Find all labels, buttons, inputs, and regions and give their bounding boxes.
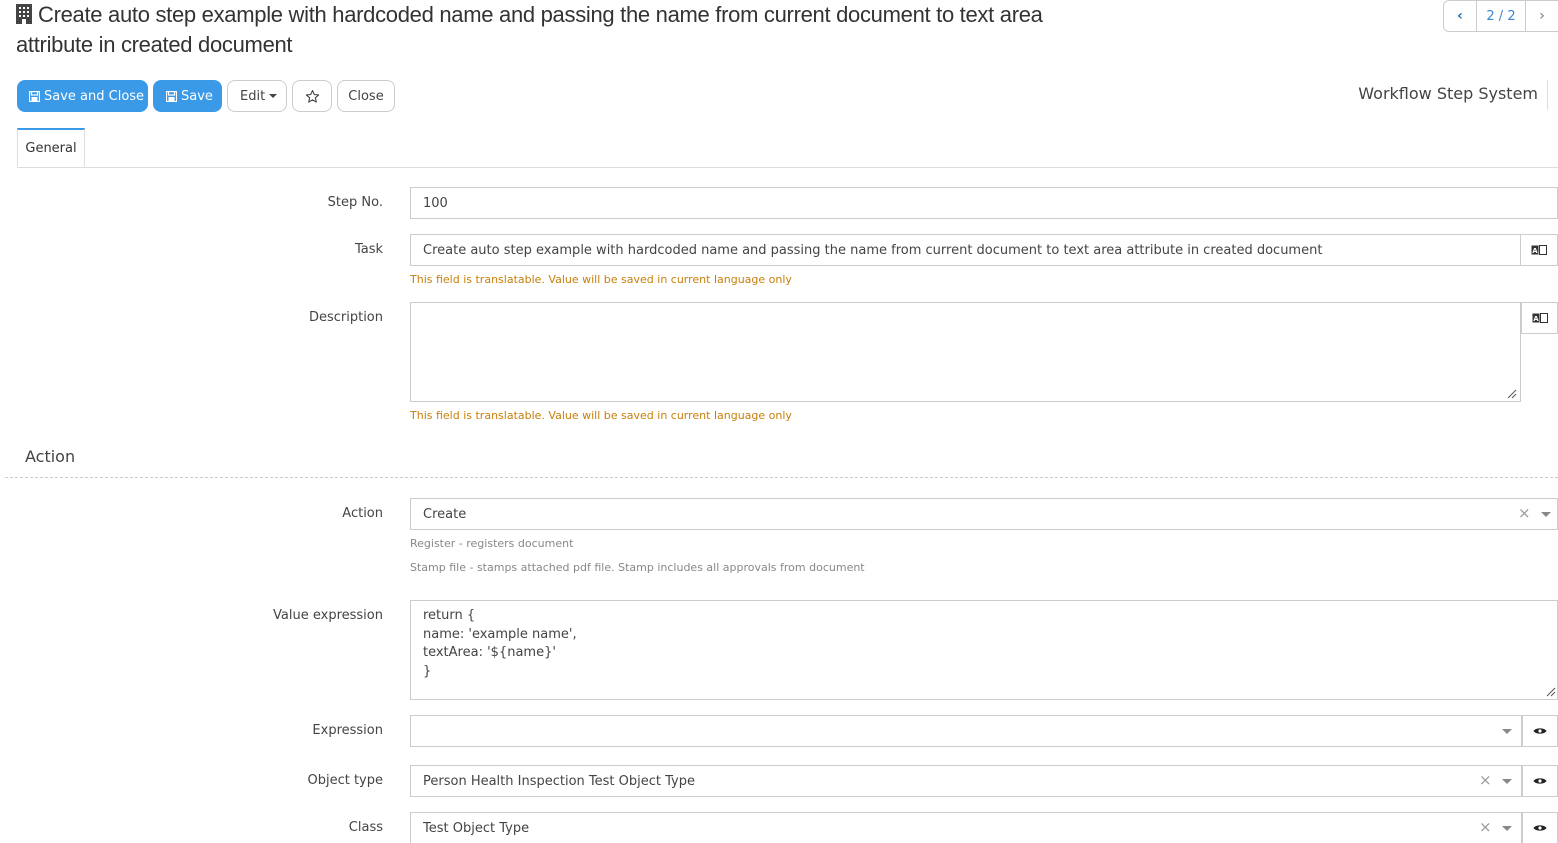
- expression-select[interactable]: [410, 715, 1522, 747]
- action-select-value: Create: [423, 506, 467, 522]
- tab-general[interactable]: General: [17, 128, 85, 167]
- chevron-down-icon[interactable]: [1502, 729, 1512, 734]
- tab-bar: General: [17, 128, 1558, 168]
- save-button[interactable]: Save: [153, 80, 222, 112]
- save-and-close-button[interactable]: Save and Close: [17, 80, 148, 112]
- chevron-down-icon[interactable]: [1541, 512, 1551, 517]
- class-select-value: Test Object Type: [423, 820, 530, 836]
- chevron-down-icon[interactable]: [1502, 779, 1512, 784]
- resize-handle-icon[interactable]: [1546, 687, 1556, 697]
- chevron-left-icon: ‹: [1457, 8, 1463, 24]
- close-button[interactable]: Close: [337, 80, 395, 112]
- clear-icon[interactable]: ×: [1518, 504, 1531, 522]
- favorite-button[interactable]: [292, 80, 332, 112]
- record-count: 2 / 2: [1476, 1, 1526, 31]
- translate-button[interactable]: A: [1521, 234, 1558, 266]
- task-input[interactable]: Create auto step example with hardcoded …: [410, 234, 1521, 266]
- action-help-stamp: Stamp file - stamps attached pdf file. S…: [410, 561, 865, 574]
- chevron-down-icon[interactable]: [1502, 826, 1512, 831]
- save-label: Save: [181, 88, 213, 104]
- value-expression-label: Value expression: [273, 608, 383, 623]
- prev-record-button[interactable]: ‹: [1444, 1, 1476, 31]
- step-no-input[interactable]: 100: [410, 187, 1558, 219]
- view-object-type-button[interactable]: [1522, 765, 1558, 797]
- translate-icon: A: [1531, 245, 1547, 255]
- description-textarea[interactable]: [410, 302, 1521, 402]
- expression-label: Expression: [312, 723, 383, 738]
- record-pager: ‹ 2 / 2 ›: [1443, 0, 1558, 32]
- eye-icon: [1533, 825, 1547, 831]
- toolbar: Save and Close Save Edit Close: [17, 80, 395, 112]
- floppy-disk-icon: [29, 90, 40, 102]
- clear-icon[interactable]: ×: [1479, 771, 1492, 789]
- close-label: Close: [348, 88, 384, 104]
- object-type-select-value: Person Health Inspection Test Object Typ…: [423, 773, 695, 789]
- page-title-text: Create auto step example with hardcoded …: [16, 2, 1043, 57]
- description-help-text: This field is translatable. Value will b…: [410, 409, 792, 422]
- translate-button[interactable]: A: [1521, 302, 1558, 334]
- action-select[interactable]: Create: [410, 498, 1558, 530]
- section-title-action: Action: [25, 447, 76, 466]
- page-title: Create auto step example with hardcoded …: [16, 0, 1076, 60]
- eye-icon: [1533, 728, 1547, 734]
- object-type-label: Object type: [307, 773, 383, 788]
- edit-label: Edit: [240, 88, 266, 104]
- next-record-button[interactable]: ›: [1526, 1, 1558, 31]
- edit-dropdown-button[interactable]: Edit: [227, 80, 287, 112]
- eye-icon: [1533, 778, 1547, 784]
- step-no-label: Step No.: [327, 195, 383, 210]
- task-help-text: This field is translatable. Value will b…: [410, 273, 792, 286]
- svg-text:A: A: [1533, 315, 1539, 323]
- value-expression-textarea[interactable]: return { name: 'example name', textArea:…: [410, 600, 1558, 700]
- context-label: Workflow Step System: [1358, 80, 1548, 110]
- save-and-close-label: Save and Close: [44, 88, 145, 104]
- description-label: Description: [308, 310, 383, 325]
- star-icon: [305, 89, 319, 103]
- caret-down-icon: [269, 94, 278, 98]
- building-icon: [16, 4, 32, 24]
- resize-handle-icon[interactable]: [1507, 389, 1517, 399]
- clear-icon[interactable]: ×: [1479, 818, 1492, 836]
- action-label: Action: [342, 506, 383, 521]
- class-label: Class: [348, 820, 383, 835]
- action-help-register: Register - registers document: [410, 537, 574, 550]
- translate-icon: A: [1532, 313, 1548, 323]
- chevron-right-icon: ›: [1539, 8, 1545, 24]
- object-type-select[interactable]: Person Health Inspection Test Object Typ…: [410, 765, 1522, 797]
- floppy-disk-icon: [166, 90, 177, 102]
- svg-text:A: A: [1532, 247, 1538, 255]
- class-select[interactable]: Test Object Type: [410, 812, 1522, 843]
- view-class-button[interactable]: [1522, 812, 1558, 843]
- task-label: Task: [354, 242, 383, 257]
- section-divider: [5, 477, 1558, 478]
- view-expression-button[interactable]: [1522, 715, 1558, 747]
